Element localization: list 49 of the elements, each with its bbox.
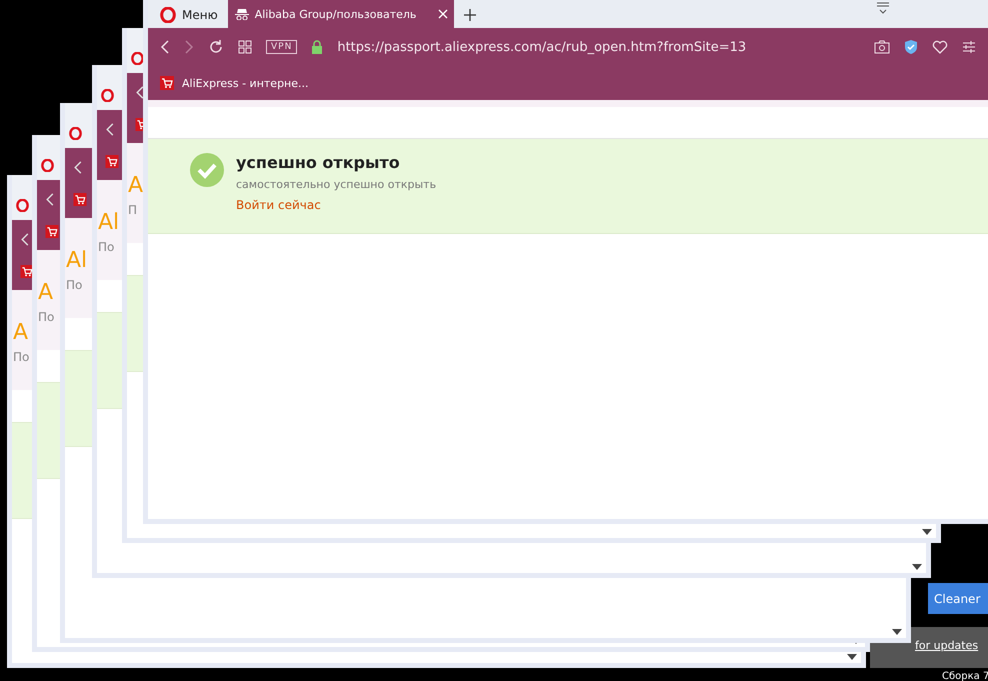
opera-logo-icon: [69, 127, 82, 140]
cart-icon: [73, 192, 87, 206]
cart-icon: [160, 76, 174, 90]
camera-icon[interactable]: [874, 40, 890, 54]
opera-logo-icon: [16, 199, 29, 212]
scroll-down-icon[interactable]: [892, 629, 902, 635]
close-icon[interactable]: [438, 9, 448, 19]
subtitle-text: П: [128, 203, 138, 217]
check-updates-link[interactable]: for updates: [915, 639, 978, 652]
subtitle-text: По: [98, 240, 114, 254]
scroll-down-icon[interactable]: [912, 564, 922, 570]
address-field[interactable]: https://passport.aliexpress.com/ac/rub_open.htm?fromSite=13: [337, 40, 860, 54]
scroll-down-icon[interactable]: [847, 654, 857, 660]
subtitle-text: По: [66, 278, 82, 292]
lock-icon: [311, 40, 324, 54]
heart-icon[interactable]: [932, 40, 948, 54]
cleaner-button[interactable]: Cleaner: [928, 583, 988, 614]
success-title: успешно открыто: [236, 153, 401, 172]
grid-icon[interactable]: [238, 40, 252, 54]
back-icon[interactable]: [73, 160, 83, 175]
site-logo-text: Al: [66, 248, 88, 274]
back-icon[interactable]: [20, 232, 30, 247]
back-icon[interactable]: [45, 192, 55, 207]
back-icon[interactable]: [160, 39, 170, 55]
opera-logo-icon: [41, 159, 54, 172]
site-logo-text: A: [128, 173, 144, 199]
login-link[interactable]: Войти сейчас: [236, 198, 436, 212]
scroll-down-icon[interactable]: [922, 529, 932, 535]
incognito-icon: [234, 8, 250, 20]
tab-menu-icon[interactable]: [876, 1, 890, 15]
browser-tab[interactable]: Alibaba Group/пользователь: [228, 0, 454, 28]
settings-icon[interactable]: [962, 40, 976, 54]
check-icon: [190, 153, 224, 187]
back-icon[interactable]: [135, 85, 145, 100]
opera-logo-icon: [101, 89, 114, 102]
opera-logo-icon: [160, 7, 176, 23]
back-icon[interactable]: [105, 122, 115, 137]
bookmark-link[interactable]: AliExpress - интерне...: [160, 76, 308, 90]
subtitle-text: По: [38, 310, 54, 324]
vpn-badge[interactable]: VPN: [266, 40, 298, 54]
site-logo-text: A: [13, 320, 28, 346]
opera-logo-icon: [131, 52, 144, 65]
subtitle-text: По: [13, 350, 30, 364]
cart-icon: [105, 154, 119, 168]
reload-icon[interactable]: [208, 39, 224, 55]
site-logo-text: A: [38, 280, 54, 306]
shield-icon[interactable]: [904, 39, 918, 55]
site-logo-text: Al: [98, 210, 120, 236]
success-text: самостоятельно успешно открыть: [236, 178, 436, 191]
